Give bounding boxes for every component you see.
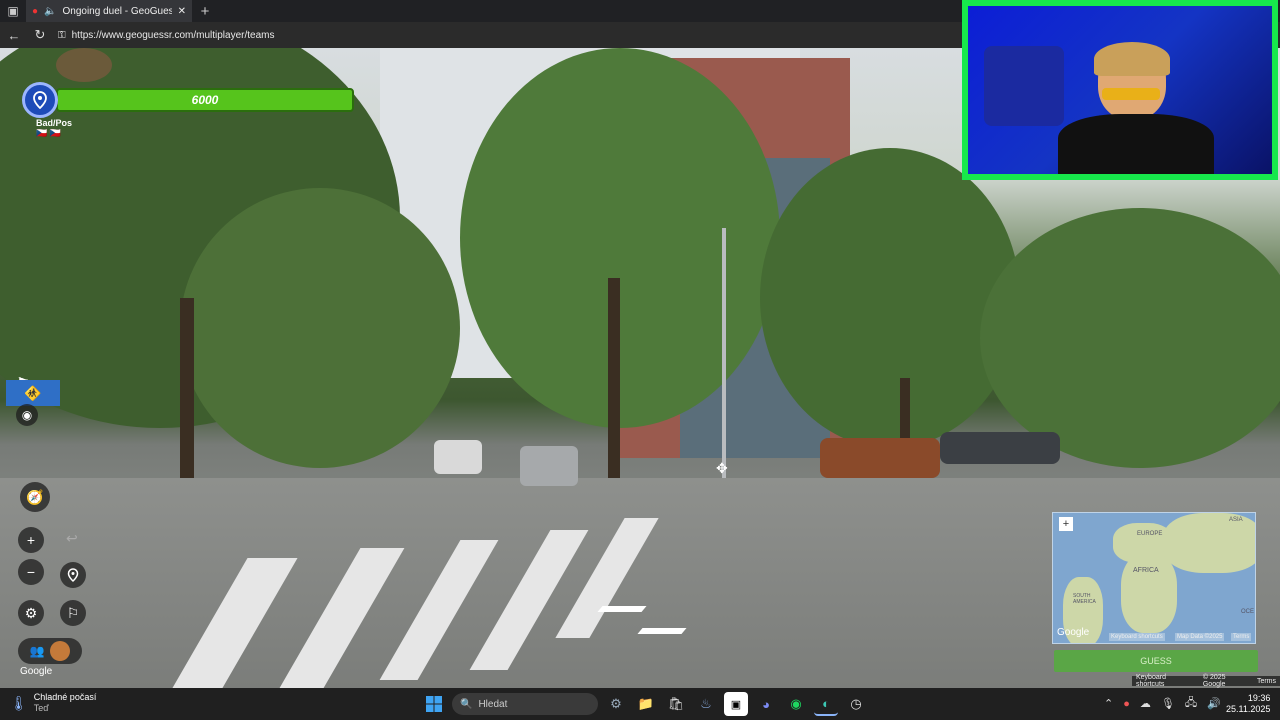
streamer-hair [1094,42,1170,76]
weather-widget[interactable]: 🌡 Chladné počasí Teď [10,692,96,714]
team-pin-icon [22,82,58,118]
guess-minimap[interactable]: EUROPE ASIA AFRICA SOUTH AMERICA OCE + G… [1052,512,1256,644]
windows-taskbar: 🌡 Chladné počasí Teď 🔍 Hledat ⚙ 📁 🛍 ♨ ▣ … [0,688,1280,720]
streamer-shirt [1058,114,1214,174]
copyright-text: © 2025 Google [1202,674,1226,688]
move-cursor-icon: ✥ [716,460,728,476]
geoguessr-favicon-icon: ● [32,5,39,17]
camera-mode-icon[interactable]: ◉ [16,404,38,426]
clock-app-icon[interactable]: ◷ [844,692,868,716]
tray-app-icon[interactable]: ● [1123,698,1130,710]
tree-trunk [608,278,620,478]
settings-gear-icon[interactable]: ⚙ [18,600,44,626]
thermometer-icon: 🌡 [10,694,28,711]
webcam-feed [968,6,1272,174]
browser-tab[interactable]: ● 🔈 Ongoing duel - GeoGuessr ✕ [26,0,192,22]
network-icon[interactable]: 🖧 [1185,694,1197,713]
url-field[interactable]: ⚿ https://www.geoguessr.com/multiplayer/… [58,30,275,41]
weather-title: Chladné počasí [33,692,97,702]
land-africa [1121,553,1177,633]
health-bar: 6000 [56,88,354,112]
minimap-zoom-in-button[interactable]: + [1059,517,1073,531]
teammates-icon: 👥 [29,644,45,658]
search-placeholder: Hledat [478,698,508,710]
undo-move-icon[interactable]: ↩ [66,530,78,547]
map-label: EUROPE [1137,531,1163,537]
steam-icon[interactable]: ♨ [694,692,718,716]
volume-icon[interactable]: 🔊 [1207,697,1221,710]
map-label: SOUTH AMERICA [1073,593,1096,605]
move-arrow[interactable] [637,628,687,634]
teammate-avatar [50,641,71,661]
map-label: OCE [1241,609,1255,615]
tab-actions-icon[interactable]: ▣ [0,0,26,22]
file-explorer-icon[interactable]: 📁 [634,692,658,716]
streamer-glasses [1102,88,1160,100]
map-label: ASIA [1229,517,1243,523]
minimap-google-logo: Google [1057,627,1090,638]
clock-time: 19:36 [1247,693,1271,703]
team-avatars [56,48,112,82]
pedestrian-sign: 🚸 [6,380,60,406]
car [940,432,1060,464]
car [434,440,482,474]
new-tab-button[interactable]: + [192,0,218,22]
move-arrow[interactable] [597,606,647,612]
zoom-in-button[interactable]: + [18,527,44,553]
terms-link[interactable]: Terms [1257,678,1276,685]
minimap-map-data: Map Data ©2025 [1175,633,1225,641]
microphone-icon[interactable]: 🎙 [1161,697,1175,710]
cloud-icon[interactable]: ☁ [1140,697,1151,710]
map-label: AFRICA [1133,567,1159,574]
compass-icon[interactable]: 🧭 [20,482,50,512]
health-value: 6000 [191,93,219,107]
return-to-start-icon[interactable] [60,562,86,588]
stream-app-icon[interactable]: ▣ [724,692,748,716]
clock[interactable]: 19:36 25.11.2025 [1226,693,1270,715]
tree-far-right [980,208,1280,468]
taskbar-center: 🔍 Hledat ⚙ 📁 🛍 ♨ ▣ ◕ ◉ ◐ ◷ [422,692,868,716]
discord-icon[interactable]: ◕ [754,692,778,716]
teammates-button[interactable]: 👥 [18,638,82,664]
edge-browser-icon[interactable]: ◐ [814,692,838,716]
back-icon[interactable]: ← [6,27,22,43]
search-icon: 🔍 [460,698,473,710]
google-watermark: Google [20,666,53,677]
checkpoint-flag-icon[interactable]: ⚐ [60,600,86,626]
spotify-icon[interactable]: ◉ [784,692,808,716]
webcam-overlay [962,0,1278,180]
chevron-up-icon[interactable]: ⌃ [1104,697,1113,710]
zoom-out-button[interactable]: − [18,559,44,585]
webcam-background-object [984,46,1064,126]
car [520,446,578,486]
street-view-footer: Keyboard shortcuts © 2025 Google Terms [1132,674,1280,688]
minimap-keyboard-shortcuts[interactable]: Keyboard shortcuts [1109,633,1165,641]
settings-icon[interactable]: ⚙ [604,692,628,716]
tree-trunk [180,298,194,498]
site-info-icon[interactable]: ⚿ [58,30,66,41]
reload-icon[interactable]: ↻ [32,27,48,43]
speaker-icon[interactable]: 🔈 [44,6,56,17]
weather-subtitle: Teď [33,703,49,713]
windows-start-icon[interactable] [422,692,446,716]
minimap-terms[interactable]: Terms [1231,633,1252,641]
store-icon[interactable]: 🛍 [664,692,688,716]
car [820,438,940,478]
tab-title: Ongoing duel - GeoGuessr [62,5,172,17]
close-tab-icon[interactable]: ✕ [178,6,186,17]
keyboard-shortcuts-link[interactable]: Keyboard shortcuts [1136,674,1195,688]
tree-center [460,48,780,428]
taskbar-search[interactable]: 🔍 Hledat [452,693,598,715]
guess-button[interactable]: GUESS [1054,650,1258,672]
tree-right [760,148,1020,448]
team-names: Bad/Pos 🇨🇿 🇨🇿 [36,118,73,138]
system-tray: ⌃ ● ☁ 🎙 🖧 🔊 [1104,694,1221,713]
tree-left-2 [180,188,460,468]
url-text: https://www.geoguessr.com/multiplayer/te… [71,29,275,41]
clock-date: 25.11.2025 [1226,704,1271,714]
